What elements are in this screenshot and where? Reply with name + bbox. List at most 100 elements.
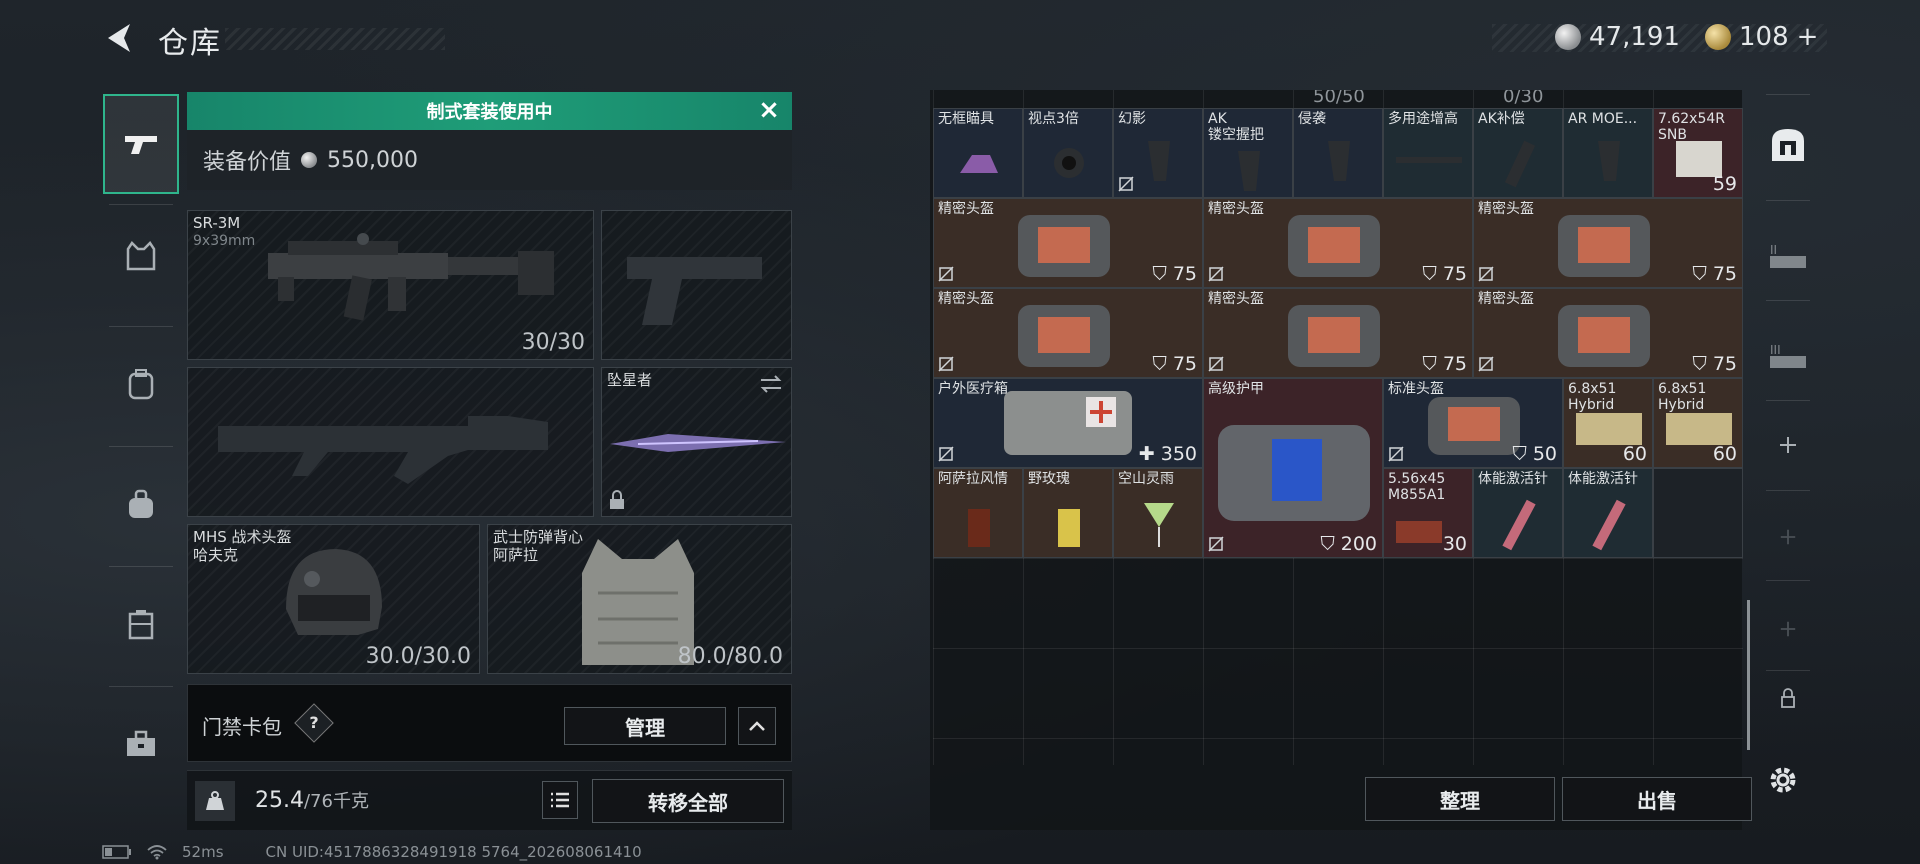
stash-item[interactable]: 高级护甲 ⛉ 200 [1203, 378, 1383, 558]
banner-text: 制式套装使用中 [426, 102, 553, 123]
stash-item[interactable]: 精密头盔 ⛉ 75 [1203, 198, 1473, 288]
armor-name: 武士防弹背心 [493, 528, 584, 546]
nav-toolbox[interactable] [103, 694, 179, 794]
chevron-up-icon [749, 721, 765, 731]
drink-icon [968, 509, 990, 547]
no-link-icon [1208, 266, 1224, 282]
lock-toggle[interactable] [1760, 668, 1816, 728]
list-view-button[interactable] [542, 781, 578, 819]
manage-button[interactable]: 管理 [564, 707, 726, 745]
stash-item[interactable]: 精密头盔 ⛉ 75 [933, 288, 1203, 378]
empty-slot[interactable] [1653, 468, 1743, 558]
stash-item[interactable]: 精密头盔 ⛉ 75 [1473, 198, 1743, 288]
stash-item[interactable]: 7.62x54R SNB 59 [1653, 108, 1743, 198]
stash-tab-3[interactable]: III [1760, 310, 1816, 400]
gold-currency[interactable]: 108 + [1705, 22, 1818, 52]
plus-icon [1780, 621, 1796, 637]
stash-item[interactable]: 户外医疗箱 ✚ 350 [933, 378, 1203, 468]
stash-item[interactable]: 侵袭 [1293, 108, 1383, 198]
close-icon[interactable]: × [756, 97, 782, 124]
compensator-icon [1504, 140, 1536, 188]
settings-gear-icon[interactable] [1765, 762, 1801, 798]
vest-icon [126, 241, 156, 271]
status-bar: 52ms CN UID:4517886328491918 5764_202608… [102, 843, 642, 861]
no-link-icon [1118, 176, 1134, 192]
transfer-all-button[interactable]: 转移全部 [592, 779, 784, 823]
stash-item[interactable]: 5.56x45 M855A1 30 [1383, 468, 1473, 558]
sort-button[interactable]: 整理 [1365, 777, 1555, 821]
primary-weapon-slot[interactable]: SR-3M 9x39mm 30/30 [187, 210, 594, 360]
collapse-button[interactable] [738, 707, 776, 745]
stash-item[interactable]: AK补偿 [1473, 108, 1563, 198]
no-link-icon [1478, 266, 1494, 282]
stash-item[interactable]: AK 镂空握把 [1203, 108, 1293, 198]
stash-item[interactable]: 野玫瑰 [1023, 468, 1113, 558]
pistol-silhouette-icon [627, 257, 762, 325]
stash-item[interactable]: 精密头盔 ⛉ 75 [933, 198, 1203, 288]
durability: ⛉ 75 [1692, 353, 1737, 375]
stash-item[interactable]: 视点3倍 [1023, 108, 1113, 198]
stash-item[interactable]: 6.8x51 Hybrid 60 [1653, 378, 1743, 468]
stash-item[interactable]: 精密头盔 ⛉ 75 [1473, 288, 1743, 378]
cocktail-icon [1144, 503, 1174, 547]
stash-item[interactable]: 精密头盔 ⛉ 75 [1203, 288, 1473, 378]
silver-currency: 47,191 [1555, 22, 1680, 52]
help-icon[interactable]: ? [294, 703, 334, 743]
nav-bag[interactable] [103, 454, 179, 554]
safe-box-tab[interactable] [1760, 100, 1816, 190]
armor-brand: 阿萨拉 [493, 546, 539, 564]
silver-coin-icon [1555, 24, 1581, 50]
stash-item[interactable]: 无框瞄具 [933, 108, 1023, 198]
grip-icon [1238, 151, 1260, 191]
nav-vest[interactable] [103, 206, 179, 306]
durability: ⛉ 75 [1422, 263, 1467, 285]
stash-item[interactable]: 6.8x51 Hybrid 60 [1563, 378, 1653, 468]
swap-icon[interactable] [759, 374, 783, 394]
stash-item[interactable]: 幻影 [1113, 108, 1203, 198]
secondary-weapon-slot[interactable] [187, 367, 594, 517]
durability: ✚ 350 [1138, 443, 1197, 465]
ammo-box-icon [1396, 521, 1442, 543]
add-currency-button[interactable]: + [1797, 22, 1819, 52]
add-stash-tab[interactable] [1760, 492, 1816, 582]
armor-slot[interactable]: 武士防弹背心 阿萨拉 80.0/80.0 [487, 524, 792, 674]
pistol-icon [125, 136, 157, 154]
helmet-bag-icon [1558, 305, 1650, 367]
loadout-banner: 制式套装使用中 × [187, 92, 792, 130]
right-stash-nav: II III [1760, 90, 1816, 750]
ping-text: 52ms [182, 843, 224, 861]
durability: ⛉ 75 [1692, 263, 1737, 285]
pistol-slot[interactable] [601, 210, 792, 360]
back-arrow-icon[interactable] [100, 18, 140, 58]
nav-backpack[interactable] [103, 334, 179, 434]
loadout-panel: 制式套装使用中 × 装备价值 550,000 SR-3M 9x39mm 30/3… [187, 92, 792, 832]
uid-text: CN UID:4517886328491918 5764_20260806141… [265, 843, 642, 861]
stash-item[interactable]: 多用途增高 [1383, 108, 1473, 198]
stash-panel: 50/50 0/30 无框瞄具 视点3倍 幻影 AK 镂空握把 侵袭 多用途增高… [930, 90, 1752, 830]
durability: ⛉ 75 [1152, 263, 1197, 285]
stash-item[interactable]: 标准头盔 ⛉ 50 [1383, 378, 1563, 468]
container-icon [128, 610, 154, 640]
stash-item[interactable]: 空山灵雨 [1113, 468, 1203, 558]
stash-item[interactable]: 体能激活针 [1563, 468, 1653, 558]
melee-slot[interactable]: 坠星者 [601, 367, 792, 517]
add-stash-tab[interactable] [1760, 584, 1816, 674]
weight-bar: 25.4/76千克 转移全部 [187, 770, 792, 830]
helmet-slot[interactable]: MHS 战术头盔 哈夫克 30.0/30.0 [187, 524, 480, 674]
syringe-icon [1502, 499, 1536, 551]
stash-scrollbar[interactable] [1747, 600, 1750, 750]
sell-button[interactable]: 出售 [1562, 777, 1752, 821]
add-stash-tab[interactable] [1760, 400, 1816, 490]
stash-item[interactable]: 体能激活针 [1473, 468, 1563, 558]
nav-container[interactable] [103, 574, 179, 674]
sight-icon [960, 155, 998, 173]
armor-durability: 80.0/80.0 [677, 644, 783, 669]
stash-item[interactable]: AR MOE... [1563, 108, 1653, 198]
card-label: 门禁卡包 [202, 715, 282, 739]
nav-weapons[interactable] [103, 94, 179, 194]
stash-grid: 50/50 0/30 无框瞄具 视点3倍 幻影 AK 镂空握把 侵袭 多用途增高… [933, 90, 1743, 765]
stash-tab-2[interactable]: II [1760, 210, 1816, 300]
stash-item[interactable]: 阿萨拉风情 [933, 468, 1023, 558]
knife-image [610, 434, 786, 452]
weapon-ammo: 30/30 [521, 330, 585, 355]
